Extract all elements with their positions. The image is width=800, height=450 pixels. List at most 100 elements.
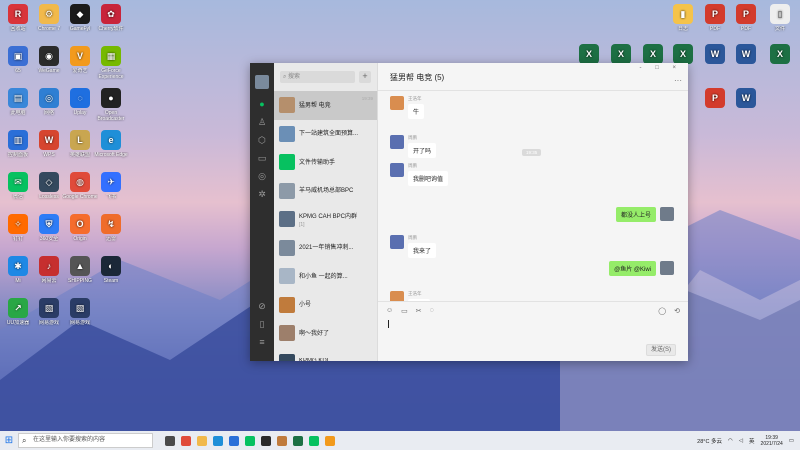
chat-list-item[interactable]: 猛男帮 电竞 19:39 [274,91,377,120]
desktop-icon[interactable]: ✈ 飞书 [93,172,129,206]
message-bubble[interactable]: @鱼片 @Kiwi [609,261,656,276]
desktop-icon[interactable]: ▧ 网易游戏 [62,298,98,332]
desktop-icon-label: Open Broadcaster [97,110,125,122]
taskbar-app-icon[interactable] [261,435,271,446]
desktop-file-icon[interactable]: ▮ 日志 [665,4,701,38]
clock[interactable]: 19:39 2021/7/24 [761,435,783,447]
desktop-icon[interactable]: ● Open Broadcaster [93,88,129,122]
windows-start-icon[interactable]: ⊞ [0,431,18,450]
desktop-icon[interactable]: ▦ GeForce Experience [93,46,129,80]
window-controls[interactable]: - □ × [640,65,682,71]
taskbar-app-icon[interactable] [229,435,239,446]
sender-avatar[interactable] [390,96,404,110]
scissors-icon[interactable]: ✂ [416,307,422,315]
taskbar-app-icon[interactable] [181,435,191,446]
sender-avatar[interactable] [390,235,404,249]
chat-title: 猛男帮 电竞 (5) [390,73,445,82]
app-icon: ✱ [8,256,28,276]
phone-icon[interactable]: ⊘ [257,301,267,311]
chat-history-icon[interactable]: ◌ [430,307,434,315]
chat-icon[interactable]: ● [257,99,267,109]
desktop-file-icon[interactable]: P PDF [728,4,764,38]
chat-avatar [279,182,295,199]
desktop-file-icon[interactable]: W [728,88,764,122]
chat-list-item[interactable]: 下一站建筑全面预算... [274,120,377,149]
chat-message[interactable]: 周鹏 我删吧询值 [390,163,449,186]
message-bubble[interactable]: 牛 [408,104,425,119]
chat-list-item[interactable]: 羊马威机场总部BPC [274,177,377,206]
chat-avatar [279,239,295,256]
contacts-icon[interactable]: ♙ [257,117,267,127]
taskbar-app-icon[interactable] [245,435,255,446]
my-avatar[interactable] [660,207,674,221]
app-icon: ♪ [39,256,59,276]
folder-icon[interactable]: ▭ [257,153,267,163]
voice-call-icon[interactable]: ◯ [658,307,666,315]
volume-icon[interactable]: ◁ [739,438,743,444]
text-caret [388,320,389,328]
message-bubble[interactable]: 我删吧询值 [408,171,449,186]
send-button[interactable]: 发送(S) [646,344,676,356]
taskbar-app-icon[interactable] [277,435,287,446]
weather-text[interactable]: 28°C 多云 [697,437,722,445]
video-call-icon[interactable]: ⟲ [674,307,680,315]
desktop-file-icon[interactable]: X [762,44,798,78]
emoji-icon[interactable]: ☺ [386,307,393,315]
taskbar-app-icon[interactable] [293,435,303,446]
taskbar-search-input[interactable]: 在这里输入你要搜索的内容 [18,433,153,448]
desktop-icon[interactable]: e Microsoft Edge [93,130,129,164]
message-input-area[interactable]: ☺ ▭ ✂ ◌ ◯ ⟲ 发送(S) [378,301,688,361]
my-avatar[interactable] [660,261,674,275]
file-icon: P [736,4,756,24]
chat-message[interactable]: @鱼片 @Kiwi [609,261,674,276]
desktop-icon-label: Microsoft Edge [94,152,128,158]
desktop-file-icon[interactable]: ▯ 文件 [762,4,798,38]
chat-message[interactable]: 周鹏 我来了 [390,235,437,258]
taskbar-app-icon[interactable] [197,435,207,446]
sender-avatar[interactable] [390,163,404,177]
system-tray: 28°C 多云 ◠ ◁ 英 19:39 2021/7/24 ▭ [697,435,800,447]
file-icon[interactable]: ▭ [401,307,408,315]
desktop-icon[interactable]: ✿ Cherry软件 [93,4,129,38]
chat-list-item[interactable]: 和小鱼 一起的算... [274,262,377,291]
chat-list-item[interactable]: 小号 [274,291,377,320]
sender-name: 周鹏 [408,163,417,168]
menu-icon[interactable]: ≡ [257,337,267,347]
sender-name: 王浩年 [408,96,422,101]
notification-icon[interactable]: ▭ [789,438,794,444]
taskbar-app-icon[interactable] [325,435,335,446]
user-avatar[interactable] [255,75,269,89]
taskbar-app-icon[interactable] [213,435,223,446]
chat-message[interactable]: 王浩年牛 [390,96,425,119]
message-bubble[interactable]: 我来了 [408,243,437,258]
desktop-icon[interactable]: ↯ 迅雷 [93,214,129,248]
chat-list-item[interactable]: 文件传输助手 [274,148,377,177]
app-icon: ▧ [39,298,59,318]
message-bubble[interactable]: 都没人上号 [615,207,656,222]
favorites-icon[interactable]: ⬡ [257,135,267,145]
sender-avatar[interactable] [390,135,404,149]
mini-program-icon[interactable]: ✲ [257,189,267,199]
desktop-icon[interactable]: ◐ Steam [93,256,129,290]
app-icon: V [70,46,90,66]
taskbar-app-icon[interactable] [309,435,319,446]
chat-list-item[interactable]: 2021一年销售冲刺... [274,234,377,263]
chat-list-item[interactable]: 啊～我好了 [274,319,377,348]
taskbar-app-icon[interactable] [165,435,175,446]
chat-message[interactable]: 周鹏 开了吗 [390,135,437,158]
add-chat-button[interactable]: + [359,71,371,83]
desktop-file-icon[interactable]: W [728,44,764,78]
message-bubble[interactable]: 开了吗 [408,143,437,158]
input-language[interactable]: 英 [749,437,755,445]
sender-name: 周鹏 [408,135,417,140]
chat-list-item[interactable]: KPMG CAH BPC内群 [1] [274,205,377,234]
network-icon[interactable]: ◠ [728,438,733,444]
sender-name: 王浩年 [408,291,422,296]
moments-icon[interactable]: ◎ [257,171,267,181]
search-input[interactable]: ⌕ 搜索 [280,71,355,83]
more-options-icon[interactable]: ··· [674,76,682,85]
chat-list-item[interactable]: KPMG KDI [274,348,377,361]
chat-message[interactable]: 都没人上号 [615,207,674,222]
desktop-icon-label: 文件 [774,26,785,32]
device-icon[interactable]: ▯ [257,319,267,329]
